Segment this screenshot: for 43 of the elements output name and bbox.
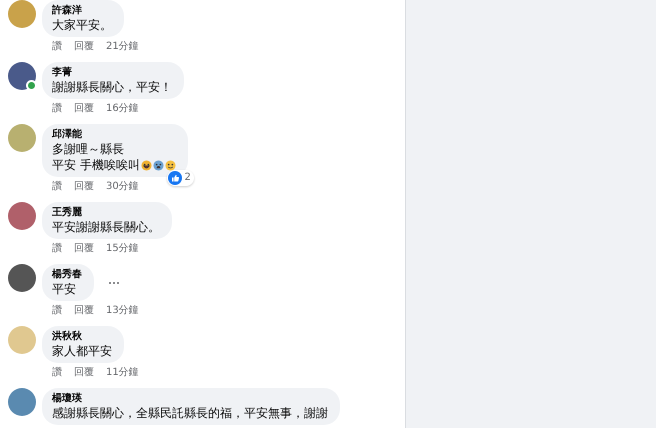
commenter-name[interactable]: 洪秋秋 bbox=[52, 330, 112, 343]
comment-text: 平安謝謝縣長關心。 bbox=[52, 219, 160, 235]
comment-time[interactable]: 15分鐘 bbox=[106, 242, 139, 256]
reply-link[interactable]: 回覆 bbox=[74, 102, 94, 116]
avatar[interactable] bbox=[8, 202, 36, 230]
like-link[interactable]: 讚 bbox=[52, 242, 62, 256]
commenter-name[interactable]: 王秀麗 bbox=[52, 206, 160, 219]
emoji-icon bbox=[152, 160, 164, 170]
avatar[interactable] bbox=[8, 62, 36, 90]
comment-text: 平安 bbox=[52, 281, 76, 297]
comment-time[interactable]: 21分鐘 bbox=[106, 40, 139, 54]
like-link[interactable]: 讚 bbox=[52, 304, 62, 318]
comment-text: 大家平安。 bbox=[52, 17, 112, 33]
reply-link[interactable]: 回覆 bbox=[74, 304, 94, 318]
comment-text: 謝謝縣長關心，平安！ bbox=[52, 79, 172, 95]
commenter-name[interactable]: 邱澤能 bbox=[52, 128, 176, 141]
comment-time[interactable]: 16分鐘 bbox=[106, 102, 139, 116]
comment-text: 家人都平安 bbox=[52, 343, 112, 359]
comment-text: 多謝哩～縣長 bbox=[52, 141, 124, 157]
avatar[interactable] bbox=[8, 264, 36, 292]
commenter-name[interactable]: 許森洋 bbox=[52, 4, 112, 17]
commenter-name[interactable]: 楊秀春 bbox=[52, 268, 82, 281]
comment-text: 感謝縣長關心，全縣民託縣長的福，平安無事，謝謝 bbox=[52, 405, 328, 421]
thumbs-up-icon bbox=[168, 171, 182, 185]
emoji-icon bbox=[164, 160, 176, 170]
reply-link[interactable]: 回覆 bbox=[74, 180, 94, 194]
reply-link[interactable]: 回覆 bbox=[74, 366, 94, 380]
like-link[interactable]: 讚 bbox=[52, 180, 62, 194]
reaction-count-badge[interactable]: 2 bbox=[167, 170, 194, 186]
reaction-count: 2 bbox=[184, 172, 191, 184]
reply-link[interactable]: 回覆 bbox=[74, 40, 94, 54]
comment-time[interactable]: 30分鐘 bbox=[106, 180, 139, 194]
comment-time[interactable]: 13分鐘 bbox=[106, 304, 139, 318]
commenter-name[interactable]: 李菁 bbox=[52, 66, 172, 79]
reply-link[interactable]: 回覆 bbox=[74, 242, 94, 256]
comment-time[interactable]: 11分鐘 bbox=[106, 366, 139, 380]
emoji-icon bbox=[140, 160, 152, 170]
comment-text: 平安 手機唉唉叫 bbox=[52, 157, 140, 173]
commenter-name[interactable]: 楊瓊瑛 bbox=[52, 392, 328, 405]
like-link[interactable]: 讚 bbox=[52, 366, 62, 380]
like-link[interactable]: 讚 bbox=[52, 102, 62, 116]
avatar[interactable] bbox=[8, 388, 36, 416]
like-link[interactable]: 讚 bbox=[52, 40, 62, 54]
